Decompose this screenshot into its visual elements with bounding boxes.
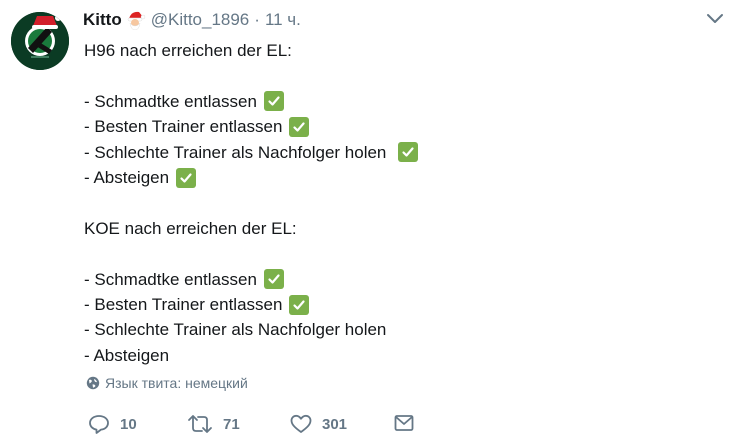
check-mark-icon [176,167,197,188]
list-item-text: - Besten Trainer entlassen [84,117,283,137]
avatar[interactable] [11,12,69,70]
reply-button[interactable]: 10 [88,414,137,434]
reply-count: 10 [120,415,137,433]
envelope-icon [394,415,414,431]
globe-icon [86,376,100,390]
list-item: - Schmadtke entlassen [84,267,684,292]
list-item: - Absteigen [84,165,684,190]
check-mark-icon [289,294,310,315]
section-title: H96 nach erreichen der EL: [84,41,292,60]
list-item: - Schlechte Trainer als Nachfolger holen [84,140,684,165]
list-item-text: - Absteigen [84,167,170,187]
list-item: - Absteigen [84,345,170,365]
list-item-text: - Schmadtke entlassen [84,269,257,289]
check-mark-icon [263,269,284,290]
author-handle[interactable]: @Kitto_1896 [151,10,250,30]
list-item: - Besten Trainer entlassen [84,292,684,317]
retweet-count: 71 [223,415,240,433]
heart-icon [290,414,312,433]
list-item: - Schmadtke entlassen [84,89,684,114]
list-item: - Besten Trainer entlassen [84,114,684,139]
list-item-text: - Schlechte Trainer als Nachfolger holen [84,142,387,162]
list-item-text: - Schmadtke entlassen [84,91,257,111]
check-mark-icon [398,142,419,163]
timestamp[interactable]: 11 ч. [265,10,301,30]
list-item-text: - Besten Trainer entlassen [84,294,283,314]
list-item: - Schlechte Trainer als Nachfolger holen [84,320,387,340]
like-button[interactable]: 301 [290,414,347,434]
santa-emoji-icon [126,10,146,31]
retweet-icon [188,415,212,433]
tweet-text: H96 nach erreichen der EL: - Schmadtke e… [84,38,684,368]
like-count: 301 [322,415,348,433]
author-name[interactable]: Kitto [83,10,122,30]
check-mark-icon [289,116,310,137]
reply-icon [89,415,109,434]
direct-message-button[interactable] [394,414,414,432]
hannover-96-logo [11,12,69,70]
separator: · [254,10,260,29]
tweet-language: Язык твита: немецкий [86,375,248,391]
check-mark-icon [263,91,284,112]
retweet-button[interactable]: 71 [187,414,240,434]
chevron-down-icon[interactable] [706,12,724,26]
language-label: Язык твита: немецкий [105,375,248,391]
section-title: KOE nach erreichen der EL: [84,218,297,238]
tweet-actions: 10 71 301 [0,408,730,440]
tweet-header: Kitto @Kitto_1896 · 11 ч. [83,8,301,32]
